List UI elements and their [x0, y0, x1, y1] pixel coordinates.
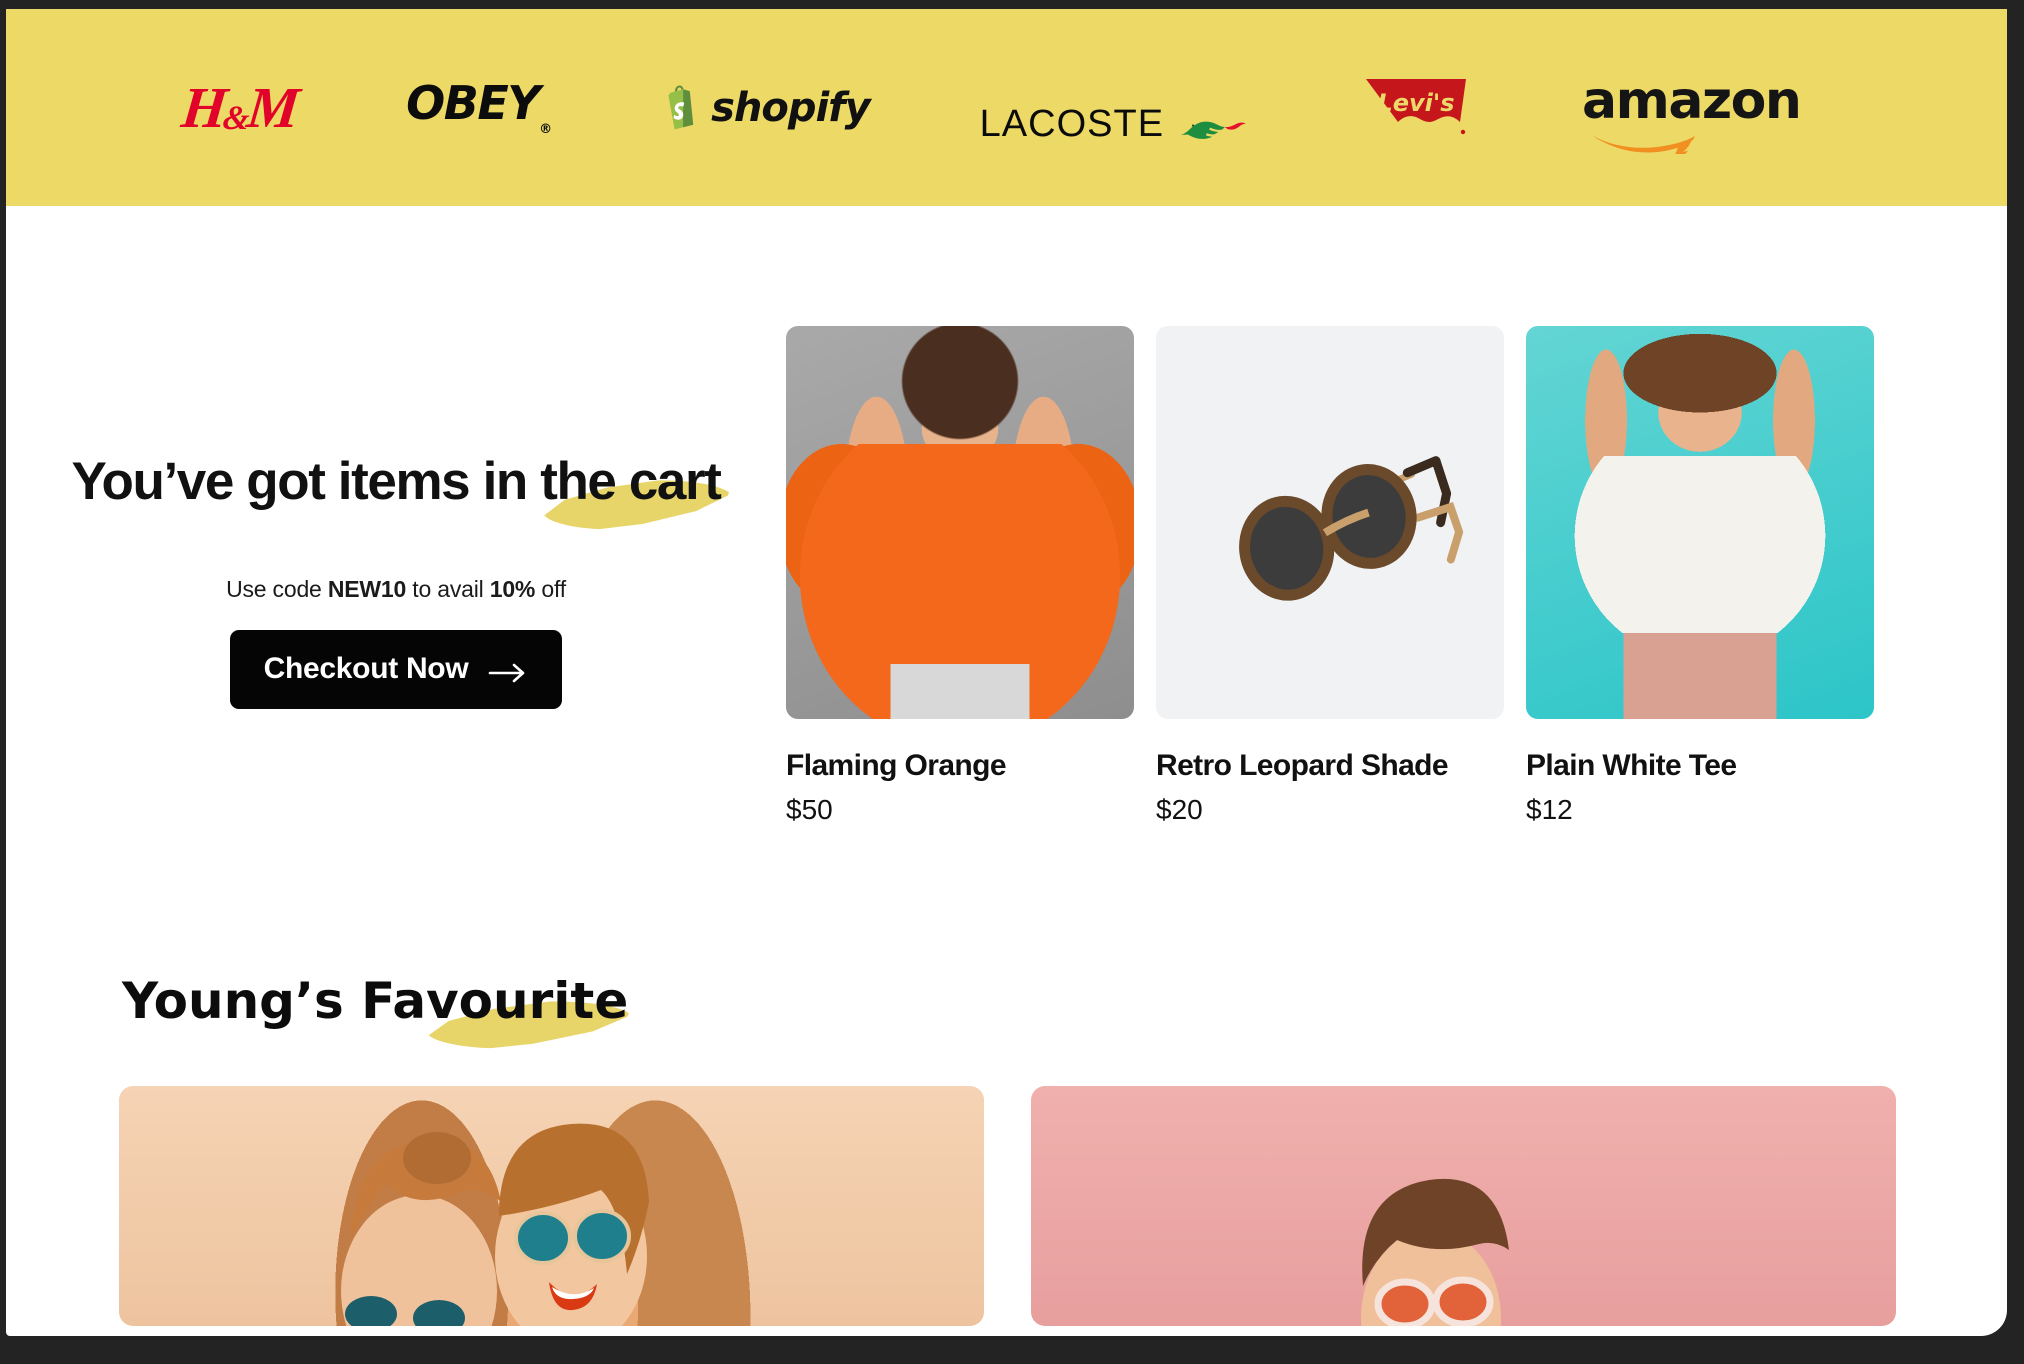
- photo-illustration-garment: [1526, 455, 1874, 633]
- photo-illustration-sunglasses: [1156, 326, 1504, 719]
- photo-illustration-face: [1031, 1086, 1896, 1326]
- section-title: Young’s Favourite: [122, 972, 629, 1030]
- promo-middle: to avail: [406, 576, 490, 602]
- product-image-plain-white-tee: [1526, 326, 1874, 719]
- shopify-bag-icon: [662, 84, 702, 132]
- hm-wordmark: H&M: [178, 74, 300, 140]
- promo-percent: 10%: [489, 576, 536, 602]
- product-card[interactable]: Flaming Orange $50: [786, 326, 1134, 826]
- shopify-wordmark: shopify: [711, 84, 871, 131]
- product-name: Retro Leopard Shade: [1156, 749, 1449, 782]
- product-image-flaming-orange: [786, 326, 1134, 719]
- page-title: You’ve got items in the cart: [71, 452, 722, 511]
- brand-logo-hm[interactable]: H&M: [178, 73, 300, 143]
- photo-illustration-jeans: [786, 663, 1134, 719]
- favourite-card[interactable]: [1031, 1086, 1896, 1326]
- checkout-now-button[interactable]: Checkout Now: [229, 630, 563, 709]
- page-viewport: H&M OBEY® shopify LACOSTE Levi's amazon …: [6, 9, 2007, 1336]
- cart-hero-section: You’ve got items in the cart Use code NE…: [6, 206, 2007, 826]
- brand-logo-shopify[interactable]: shopify: [662, 73, 871, 143]
- product-name: Plain White Tee: [1526, 749, 1737, 782]
- brand-logo-obey[interactable]: OBEY®: [406, 73, 552, 143]
- promo-code: NEW10: [327, 576, 407, 602]
- product-card[interactable]: Plain White Tee $12: [1526, 326, 1874, 826]
- photo-illustration-jeans: [1526, 632, 1874, 719]
- browser-frame: H&M OBEY® shopify LACOSTE Levi's amazon …: [0, 0, 2024, 1364]
- favourite-card[interactable]: [119, 1086, 984, 1326]
- brand-logo-banner: H&M OBEY® shopify LACOSTE Levi's amazon: [6, 9, 2007, 206]
- cart-title-block: You’ve got items in the cart: [72, 451, 721, 512]
- product-price: $20: [1156, 794, 1203, 825]
- promo-prefix: Use code: [226, 576, 328, 602]
- lacoste-wordmark: LACOSTE: [979, 102, 1165, 145]
- product-card[interactable]: Retro Leopard Shade $20: [1156, 326, 1504, 826]
- brand-logo-lacoste[interactable]: LACOSTE: [980, 73, 1250, 143]
- brand-logo-amazon[interactable]: amazon: [1582, 66, 1802, 162]
- section-title-block: Young’s Favourite: [122, 972, 628, 1030]
- promo-code-text: Use code NEW10 to avail 10% off: [6, 576, 786, 603]
- brand-logo-levis[interactable]: Levi's: [1360, 77, 1472, 139]
- amazon-wordmark: amazon: [1582, 70, 1802, 131]
- photo-illustration-faces: [119, 1086, 984, 1326]
- promo-suffix: off: [535, 576, 566, 602]
- youngs-favourite-section: Young’s Favourite: [6, 826, 2007, 1030]
- amazon-smile-icon: [1590, 126, 1710, 162]
- checkout-button-label: Checkout Now: [263, 652, 469, 685]
- product-name: Flaming Orange: [786, 749, 1007, 782]
- svg-text:Levi's: Levi's: [1378, 89, 1455, 117]
- lacoste-crocodile-icon: [1178, 113, 1250, 143]
- cart-product-list: Flaming Orange $50 Retro Leopard Shade $…: [786, 326, 1874, 826]
- product-image-retro-leopard-shade: [1156, 326, 1504, 719]
- cart-hero-copy: You’ve got items in the cart Use code NE…: [6, 326, 786, 709]
- youngs-favourite-cards: [6, 1030, 2007, 1326]
- product-price: $50: [786, 794, 833, 825]
- obey-wordmark: OBEY®: [406, 75, 553, 137]
- arrow-right-icon: [488, 658, 528, 683]
- product-price: $12: [1526, 794, 1573, 825]
